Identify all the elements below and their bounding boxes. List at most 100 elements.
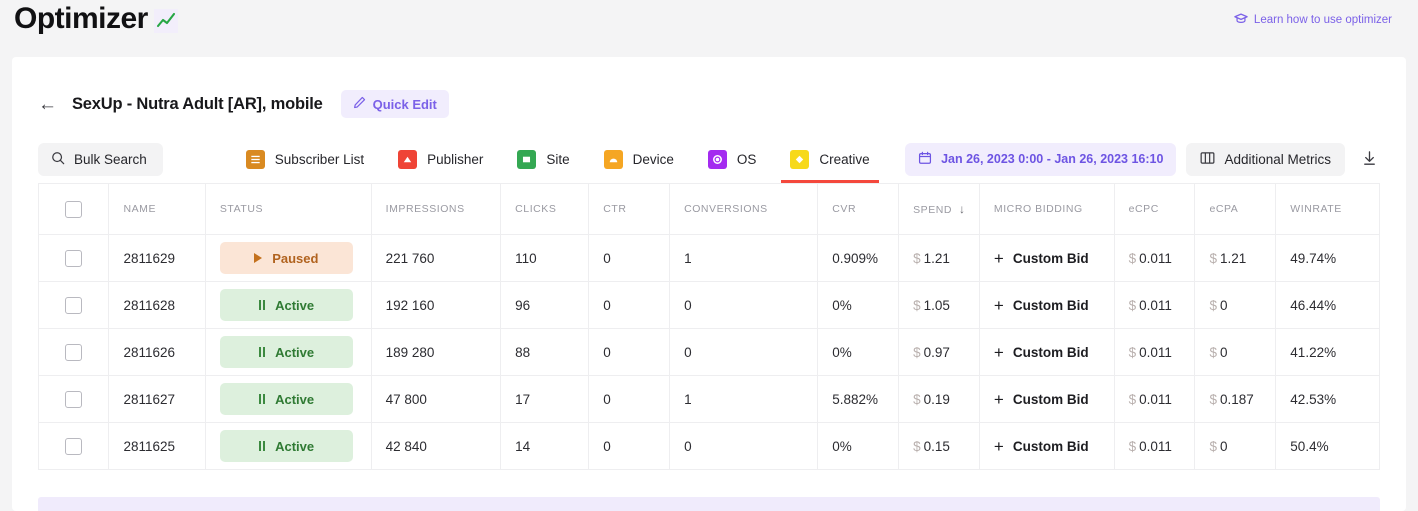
- table-row[interactable]: 2811625 Active 42 840 14 0 0 0% $0.15 + Custom Bi…: [37, 422, 1380, 470]
- page-title: SexUp - Nutra Adult [AR], mobile: [72, 94, 323, 113]
- pause-icon: [258, 347, 266, 357]
- cell-impressions: 47 800: [370, 375, 502, 423]
- learn-optimizer-link[interactable]: Learn how to use optimizer: [1234, 12, 1392, 28]
- status-badge[interactable]: Active: [219, 336, 353, 368]
- cell-status: Active: [204, 375, 372, 423]
- pause-icon: [258, 300, 266, 310]
- bulk-search-label: Bulk Search: [74, 151, 147, 167]
- custom-bid-button[interactable]: + Custom Bid: [994, 391, 1089, 408]
- cell-micro-bidding: + Custom Bid: [978, 281, 1115, 329]
- table-row[interactable]: 2811626 Active 189 280 88 0 0 0% $0.97 + Custom B…: [37, 328, 1380, 376]
- currency-symbol: $: [1128, 438, 1137, 454]
- table-row[interactable]: 2811628 Active 192 160 96 0 0 0% $1.05 + Custom B…: [37, 281, 1380, 329]
- row-checkbox[interactable]: [65, 296, 83, 314]
- cell-ecpa: $0: [1194, 422, 1277, 470]
- cell-status: Active: [204, 281, 372, 329]
- cell-ctr: 0: [588, 375, 671, 423]
- top-bar: Optimizer Learn how to use optimizer: [0, 0, 1418, 57]
- column-header-name[interactable]: NAME: [108, 183, 206, 235]
- custom-bid-button[interactable]: + Custom Bid: [994, 438, 1089, 455]
- pause-icon: [258, 394, 266, 404]
- tab-label: Publisher: [427, 151, 484, 167]
- custom-bid-button[interactable]: + Custom Bid: [994, 344, 1089, 361]
- cell-winrate: 49.74%: [1275, 234, 1380, 282]
- status-badge[interactable]: Paused: [219, 242, 353, 274]
- download-icon[interactable]: [1355, 146, 1380, 172]
- row-select-cell: [37, 375, 110, 423]
- table-row[interactable]: 2811627 Active 47 800 17 0 1 5.882% $0.19 + Custo…: [37, 375, 1380, 423]
- row-checkbox[interactable]: [65, 343, 83, 361]
- cell-ecpa: $0: [1194, 328, 1277, 376]
- cell-cvr: 0.909%: [817, 234, 900, 282]
- cell-spend: $1.05: [898, 281, 980, 329]
- column-header-cvr[interactable]: CVR: [817, 183, 900, 235]
- tab-label: Subscriber List: [274, 151, 365, 167]
- plus-icon: +: [993, 342, 1004, 362]
- currency-symbol: $: [1209, 344, 1217, 360]
- column-header-spend[interactable]: SPEND ↓: [898, 183, 980, 235]
- column-header-ecpa[interactable]: eCPA: [1194, 183, 1277, 235]
- currency-symbol: $: [913, 344, 921, 360]
- quick-edit-button[interactable]: Quick Edit: [340, 90, 449, 118]
- cell-conversions: 1: [669, 234, 819, 282]
- tab-publisher[interactable]: Publisher: [381, 135, 500, 183]
- tab-label: Creative: [819, 151, 870, 167]
- row-checkbox[interactable]: [65, 437, 83, 455]
- column-header-ctr[interactable]: CTR: [588, 183, 671, 235]
- column-header-micro-bidding[interactable]: MICRO BIDDING: [978, 183, 1115, 235]
- cell-name: 2811625: [108, 422, 206, 470]
- cell-impressions: 192 160: [370, 281, 502, 329]
- status-badge[interactable]: Active: [219, 289, 353, 321]
- select-all-header: [37, 183, 110, 235]
- play-icon: [254, 253, 263, 263]
- column-header-winrate[interactable]: WINRATE: [1275, 183, 1380, 235]
- date-range-picker[interactable]: Jan 26, 2023 0:00 - Jan 26, 2023 16:10: [905, 142, 1177, 176]
- column-header-clicks[interactable]: CLICKS: [500, 183, 590, 235]
- tab-label: Device: [632, 151, 674, 167]
- cell-micro-bidding: + Custom Bid: [978, 422, 1115, 470]
- column-header-impressions[interactable]: IMPRESSIONS: [370, 183, 502, 235]
- cell-spend: $0.19: [898, 375, 980, 423]
- currency-symbol: $: [1128, 297, 1137, 313]
- row-checkbox[interactable]: [65, 390, 83, 408]
- status-badge[interactable]: Active: [219, 383, 353, 415]
- tab-subscriber-list[interactable]: Subscriber List: [229, 135, 381, 183]
- additional-metrics-button[interactable]: Additional Metrics: [1186, 142, 1345, 176]
- cell-name: 2811629: [108, 234, 206, 282]
- toolbar-right: Jan 26, 2023 0:00 - Jan 26, 2023 16:10 A…: [905, 142, 1380, 176]
- table-row[interactable]: 2811629 Paused 221 760 110 0 1 0.909% $1.21 + Cus…: [37, 234, 1380, 282]
- cell-spend: $1.21: [898, 234, 980, 282]
- cell-ctr: 0: [588, 422, 671, 470]
- cell-clicks: 88: [500, 328, 590, 376]
- column-header-ecpc[interactable]: eCPC: [1113, 183, 1196, 235]
- diamond-icon: [790, 149, 810, 169]
- optimizer-card: ← SexUp - Nutra Adult [AR], mobile Quick…: [12, 57, 1406, 511]
- cell-micro-bidding: + Custom Bid: [978, 234, 1115, 282]
- custom-bid-button[interactable]: + Custom Bid: [994, 250, 1089, 267]
- currency-symbol: $: [913, 297, 921, 313]
- status-badge[interactable]: Active: [219, 430, 353, 462]
- status-label: Active: [275, 344, 315, 360]
- select-all-checkbox[interactable]: [65, 200, 83, 218]
- cell-impressions: 221 760: [370, 234, 502, 282]
- tab-device[interactable]: Device: [587, 135, 691, 183]
- column-header-status[interactable]: STATUS: [204, 183, 372, 235]
- arrow-left-icon[interactable]: ←: [38, 95, 58, 114]
- cell-spend: $0.97: [898, 328, 980, 376]
- row-checkbox[interactable]: [65, 249, 83, 267]
- calendar-icon: [918, 151, 932, 168]
- currency-symbol: $: [1209, 391, 1217, 407]
- cell-ecpa: $0.187: [1194, 375, 1277, 423]
- cell-status: Active: [204, 328, 372, 376]
- bulk-search-button[interactable]: Bulk Search: [38, 142, 163, 176]
- cell-cvr: 0%: [817, 422, 900, 470]
- tab-os[interactable]: OS: [691, 135, 774, 183]
- custom-bid-button[interactable]: + Custom Bid: [994, 297, 1089, 314]
- bottom-summary-bar: [38, 497, 1380, 511]
- column-header-conversions[interactable]: CONVERSIONS: [669, 183, 819, 235]
- tab-site[interactable]: Site: [500, 135, 586, 183]
- cell-winrate: 50.4%: [1275, 422, 1380, 470]
- trend-up-icon: [153, 9, 178, 33]
- tab-creative[interactable]: Creative: [773, 135, 886, 183]
- plus-icon: +: [993, 436, 1004, 456]
